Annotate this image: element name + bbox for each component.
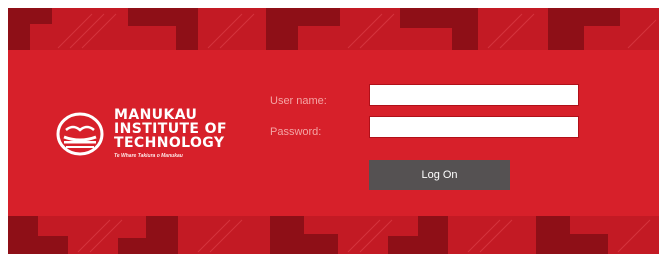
log-on-button[interactable]: Log On xyxy=(369,160,510,190)
institute-logo: MANUKAU INSTITUTE OF TECHNOLOGY Te Whare… xyxy=(56,108,227,159)
logo-line-2: INSTITUTE OF xyxy=(114,121,227,137)
username-input[interactable] xyxy=(369,84,579,106)
login-panel: MANUKAU INSTITUTE OF TECHNOLOGY Te Whare… xyxy=(8,8,659,254)
password-input[interactable] xyxy=(369,116,579,138)
logo-tagline: Te Whare Takiura o Manukau xyxy=(114,153,183,159)
username-label: User name: xyxy=(270,95,327,107)
bottom-pattern-band xyxy=(8,216,659,254)
logo-line-1: MANUKAU xyxy=(114,107,198,123)
top-pattern-band xyxy=(8,8,659,50)
logo-line-3: TECHNOLOGY xyxy=(114,135,225,151)
manukau-waka-icon xyxy=(56,112,104,155)
password-label: Password: xyxy=(270,126,322,138)
